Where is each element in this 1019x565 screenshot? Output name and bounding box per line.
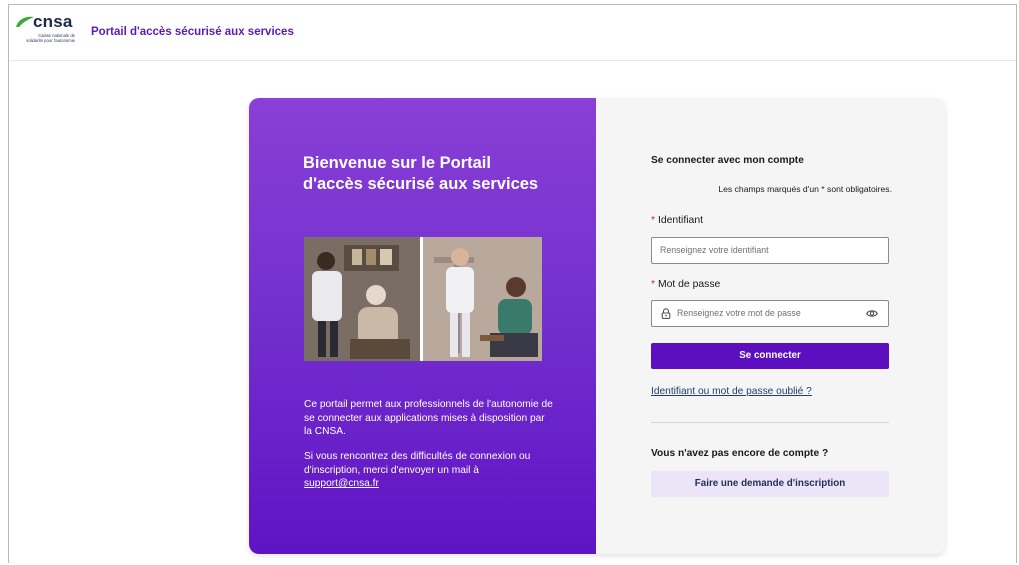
password-placeholder: Renseignez votre mot de passe [677,308,801,318]
browser-frame: cnsa Caisse nationale de solidarité pour… [8,4,1017,563]
mandatory-note: Les champs marqués d'un * sont obligatoi… [718,184,892,194]
identifiant-input[interactable]: Renseignez votre identifiant [651,237,889,264]
signup-request-button[interactable]: Faire une demande d'inscription [651,471,889,497]
support-text: Si vous rencontrez des difficultés de co… [304,451,531,476]
login-panel: Se connecter avec mon compte Les champs … [596,98,945,554]
leaf-icon [16,16,34,27]
identifiant-placeholder: Renseignez votre identifiant [660,245,769,255]
identifiant-label: * Identifiant [651,215,703,226]
logo-text: cnsa [33,12,73,31]
eye-icon[interactable] [866,309,878,318]
cnsa-logo[interactable]: cnsa Caisse nationale de solidarité pour… [13,12,75,56]
password-label: * Mot de passe [651,279,720,290]
portal-description: Ce portail permet aux professionnels de … [304,399,553,438]
logo-subtitle: Caisse nationale de solidarité pour l'au… [13,33,75,44]
site-header: cnsa Caisse nationale de solidarité pour… [9,5,1016,61]
identifiant-label-text: Identifiant [657,215,703,226]
forgot-credentials-link[interactable]: Identifiant ou mot de passe oublié ? [651,386,812,397]
portal-title[interactable]: Portail d'accès sécurisé aux services [91,26,294,38]
login-button[interactable]: Se connecter [651,343,889,369]
support-email-link[interactable]: support@cnsa.fr [304,478,379,489]
password-input[interactable]: Renseignez votre mot de passe [651,300,889,327]
support-instructions: Si vous rencontrez des difficultés de co… [304,450,554,491]
welcome-panel: Bienvenue sur le Portail d'accès sécuris… [249,98,596,554]
login-card: Bienvenue sur le Portail d'accès sécuris… [249,98,945,554]
login-title: Se connecter avec mon compte [651,155,804,166]
lock-icon [661,308,671,319]
caregivers-photo [304,237,542,361]
logo-subtitle-line2: solidarité pour l'autonomie [26,37,75,43]
caregivers-illustration [304,237,542,361]
divider [651,422,889,423]
no-account-question: Vous n'avez pas encore de compte ? [651,448,829,459]
password-label-text: Mot de passe [657,279,721,290]
required-star: * [651,279,656,290]
required-star: * [651,215,656,226]
welcome-title: Bienvenue sur le Portail d'accès sécuris… [303,154,539,193]
